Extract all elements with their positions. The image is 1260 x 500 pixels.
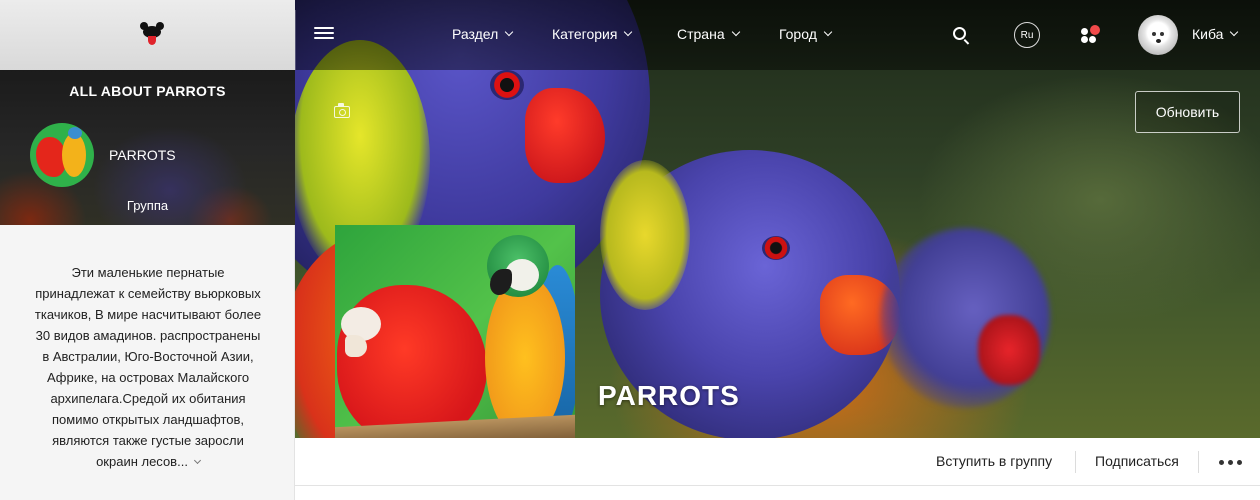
sidebar-description-panel: Эти маленькие пернатые принадлежат к сем… — [0, 225, 295, 500]
user-avatar[interactable] — [1138, 15, 1178, 55]
search-icon[interactable] — [953, 27, 971, 45]
chevron-down-icon[interactable] — [193, 456, 201, 465]
nav-label: Категория — [552, 26, 618, 42]
description-line: окраин лесов... — [96, 454, 188, 469]
chevron-down-icon — [505, 27, 514, 37]
join-group-button[interactable]: Вступить в группу — [936, 453, 1052, 469]
divider — [295, 10, 296, 70]
chevron-down-icon — [823, 27, 833, 37]
group-action-bar: Вступить в группу Подписаться — [295, 438, 1260, 486]
description-line: Эти маленькие пернатые — [71, 265, 225, 280]
group-description: Эти маленькие пернатые принадлежат к сем… — [28, 262, 268, 472]
nav-label: Город — [779, 26, 817, 42]
chevron-down-icon — [624, 27, 633, 37]
sidebar-group-header: ALL ABOUT PARROTS PARROTS Группа — [0, 70, 295, 225]
description-line: в Австралии, Юго-Восточной Азии, — [42, 349, 254, 364]
logo-area — [0, 0, 295, 70]
chevron-down-icon — [731, 27, 740, 37]
parrot-shape — [490, 70, 524, 100]
description-line: 30 видов амадинов. распространены — [35, 328, 261, 343]
nav-label: Страна — [677, 26, 725, 42]
apps-dots-icon[interactable] — [1081, 25, 1103, 47]
group-type-label: Группа — [126, 198, 169, 213]
description-line: ткачиков, В мире насчитывают более — [34, 307, 262, 322]
description-line: архипелага.Средой их обитания — [50, 391, 246, 406]
nav-section-dropdown[interactable]: Раздел — [452, 26, 514, 42]
language-switcher[interactable]: Ru — [1014, 22, 1040, 48]
description-last-line: окраин лесов... — [28, 451, 268, 472]
more-dots-icon[interactable] — [1219, 460, 1243, 466]
nav-label: Раздел — [452, 26, 499, 42]
nav-category-dropdown[interactable]: Категория — [552, 26, 633, 42]
nav-city-dropdown[interactable]: Город — [779, 26, 833, 42]
description-line: помимо открытых ландшафтов, — [51, 412, 245, 427]
description-line: принадлежат к семейству вьюрковых — [35, 286, 261, 301]
group-name-link[interactable]: PARROTS — [109, 147, 176, 163]
group-avatar[interactable] — [30, 123, 94, 187]
camera-icon[interactable] — [334, 103, 350, 118]
description-line: Африке, на островах Малайского — [46, 370, 250, 385]
user-menu-dropdown[interactable]: Киба — [1192, 26, 1239, 42]
group-cover-title: PARROTS — [598, 380, 740, 411]
hamburger-menu-icon[interactable] — [314, 25, 334, 41]
top-navigation-bar: Раздел Категория Страна Город Ru Киба — [0, 0, 1260, 70]
parrot-shape — [600, 160, 690, 310]
user-name: Киба — [1192, 26, 1224, 42]
parrot-shape — [978, 315, 1040, 385]
divider — [1075, 451, 1076, 473]
subscribe-button[interactable]: Подписаться — [1095, 453, 1179, 469]
nav-country-dropdown[interactable]: Страна — [677, 26, 740, 42]
notification-badge — [1090, 25, 1100, 35]
chevron-down-icon — [1230, 27, 1239, 37]
refresh-cover-button[interactable]: Обновить — [1135, 91, 1240, 133]
dog-logo-icon[interactable] — [140, 22, 164, 46]
description-line: являются также густые заросли — [52, 433, 244, 448]
divider — [1198, 451, 1199, 473]
parrot-shape — [525, 88, 605, 183]
sidebar-title: ALL ABOUT PARROTS — [69, 83, 226, 99]
group-main-photo[interactable] — [335, 225, 575, 465]
parrot-shape — [762, 236, 790, 260]
